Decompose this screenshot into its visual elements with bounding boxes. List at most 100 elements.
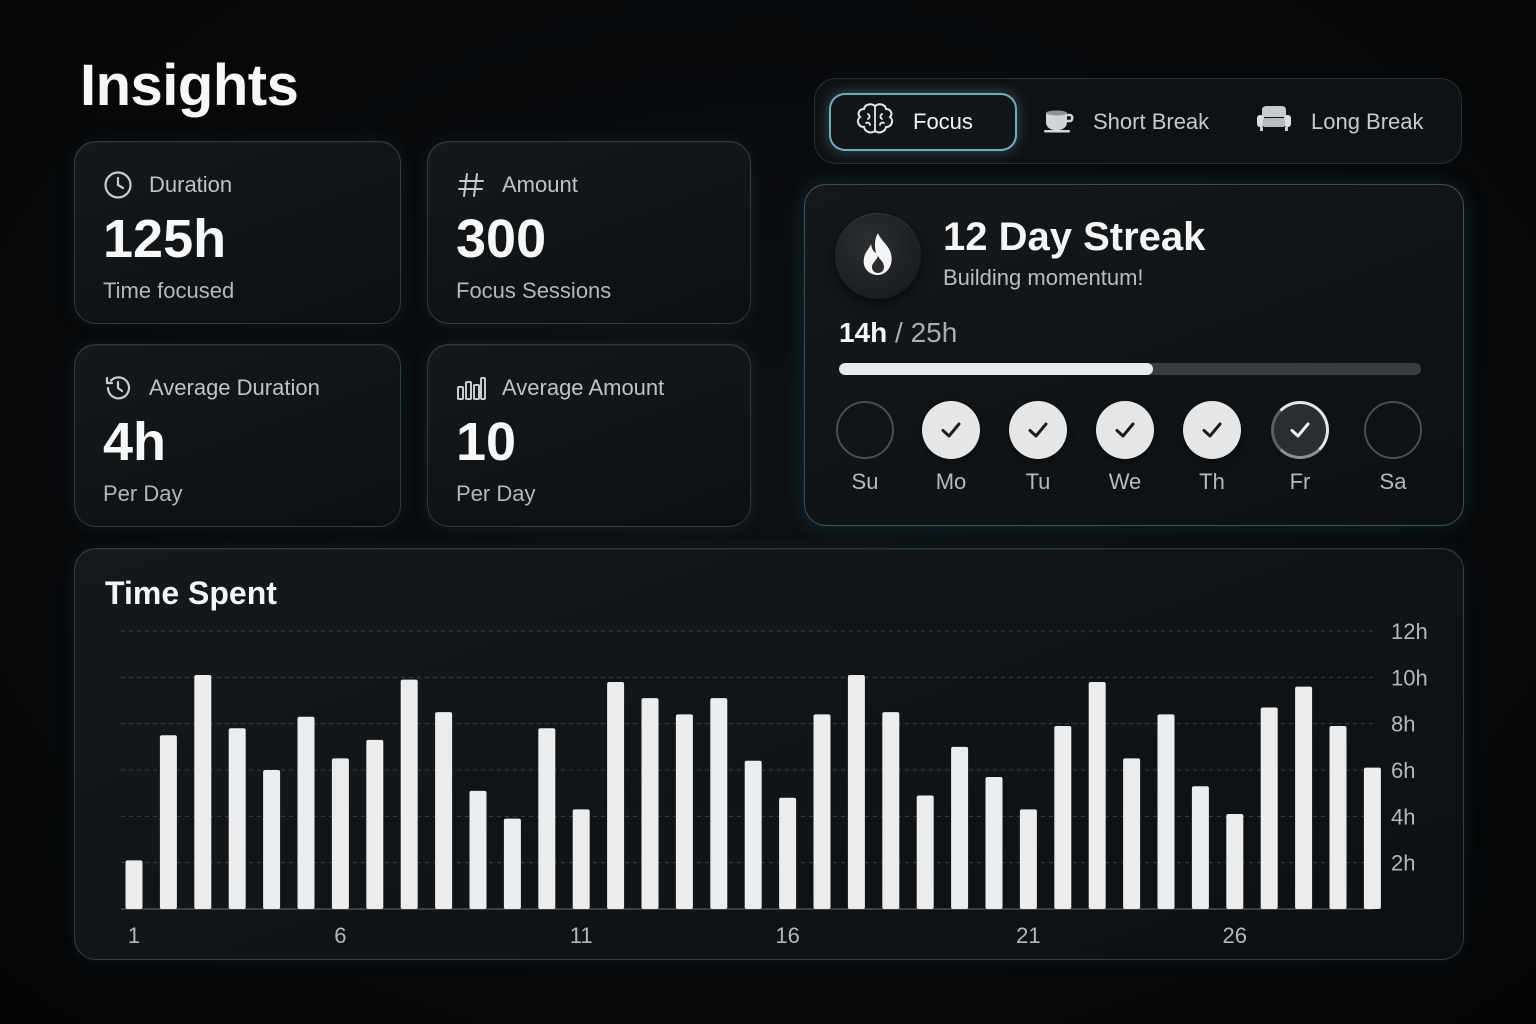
- bar: [1329, 725, 1347, 909]
- weekday-label: Mo: [935, 469, 967, 494]
- bar: [779, 797, 797, 909]
- bar: [1191, 786, 1209, 909]
- page-title: Insights: [80, 53, 299, 118]
- hash-icon: [456, 170, 486, 200]
- stat-subtitle: Per Day: [456, 481, 536, 506]
- coffee-cup-icon: [1043, 104, 1075, 140]
- day-complete-indicator: [1009, 401, 1067, 459]
- stat-value: 125h: [103, 209, 227, 269]
- weekday-label: Tu: [1025, 469, 1051, 494]
- bar: [331, 758, 349, 909]
- weekday-label: Sa: [1379, 469, 1407, 494]
- bar: [469, 790, 487, 909]
- progress-separator: /: [895, 317, 903, 348]
- x-tick-label: 21: [1016, 923, 1040, 948]
- tab-label: Long Break: [1311, 109, 1424, 134]
- stat-subtitle: Time focused: [103, 278, 235, 303]
- bar: [297, 716, 315, 909]
- weekday-sa: Sa: [1363, 401, 1423, 495]
- weekday-label: Th: [1199, 469, 1225, 494]
- day-complete-indicator: [1096, 401, 1154, 459]
- bar: [1260, 707, 1278, 909]
- mode-switcher: Focus Short Break Long Break: [814, 78, 1462, 164]
- streak-subtitle: Building momentum!: [943, 265, 1144, 290]
- weekday-su: Su: [835, 401, 895, 495]
- stat-value: 4h: [103, 412, 167, 472]
- bar: [1295, 686, 1313, 909]
- bar: [194, 675, 212, 909]
- time-spent-chart: 2h4h6h8h10h12h1 6 11 16 21 26: [121, 619, 1428, 948]
- bar: [125, 860, 143, 909]
- bar: [710, 698, 728, 909]
- bar: [366, 739, 384, 909]
- weekday-tracker: Su Mo Tu We Th Fr Sa: [805, 401, 1465, 501]
- bar: [1054, 725, 1072, 909]
- stat-label: Duration: [149, 172, 233, 197]
- bar: [435, 712, 453, 909]
- streak-progress-fill: [839, 363, 1154, 375]
- bar: [1019, 809, 1037, 909]
- x-tick-label: 6: [334, 923, 346, 948]
- streak-progress-bar: [839, 363, 1421, 375]
- bar: [744, 760, 762, 909]
- bar: [813, 714, 831, 909]
- time-spent-card: Time Spent 2h 4h 6h 8h 10h 12h 1 6 11 16 21 26: [74, 548, 1464, 960]
- weekday-tu: Tu: [1008, 401, 1068, 495]
- streak-progress-text: 14h / 25h: [839, 317, 957, 349]
- tab-label: Focus: [913, 109, 973, 134]
- clock-icon: [103, 170, 133, 200]
- day-complete-indicator: [1183, 401, 1241, 459]
- stat-card-amount: Amount 300 Focus Sessions: [427, 141, 751, 324]
- x-tick-label: 26: [1223, 923, 1247, 948]
- tab-label: Short Break: [1093, 109, 1210, 134]
- weekday-label: Fr: [1289, 469, 1311, 494]
- weekday-we: We: [1095, 401, 1155, 495]
- tab-focus[interactable]: Focus: [829, 93, 1017, 151]
- bar: [400, 679, 418, 909]
- bar: [572, 809, 590, 909]
- y-tick-label: 12h: [1391, 619, 1428, 644]
- x-tick-label: 16: [775, 923, 799, 948]
- stat-label: Amount: [502, 172, 578, 197]
- stat-card-duration: Duration 125h Time focused: [74, 141, 401, 324]
- weekday-label: Su: [851, 469, 879, 494]
- y-tick-label: 6h: [1391, 758, 1415, 783]
- flame-badge: [835, 213, 921, 299]
- bar: [1123, 758, 1141, 909]
- bar: [538, 728, 556, 909]
- bar: [882, 712, 900, 909]
- bar: [951, 746, 969, 909]
- flame-icon: [858, 230, 898, 283]
- progress-target: 25h: [910, 317, 958, 348]
- weekday-fr: Fr: [1270, 401, 1330, 495]
- stat-card-average-duration: Average Duration 4h Per Day: [74, 344, 401, 527]
- bar: [916, 795, 934, 909]
- bar: [159, 735, 177, 909]
- streak-card: 12 Day Streak Building momentum! 14h / 2…: [804, 184, 1464, 526]
- bar: [607, 681, 625, 909]
- tab-short-break[interactable]: Short Break: [1043, 93, 1209, 151]
- bar: [641, 698, 659, 909]
- bar-chart-icon: [456, 373, 486, 403]
- stat-value: 10: [456, 412, 517, 472]
- couch-icon: [1255, 104, 1293, 140]
- weekday-th: Th: [1182, 401, 1242, 495]
- weekday-label: We: [1108, 469, 1142, 494]
- brain-icon: [855, 102, 895, 142]
- streak-title: 12 Day Streak: [943, 215, 1206, 259]
- bar: [503, 818, 521, 909]
- y-tick-label: 10h: [1391, 665, 1428, 690]
- stat-card-average-amount: Average Amount 10 Per Day: [427, 344, 751, 527]
- day-current-indicator: [1271, 401, 1329, 459]
- bar: [228, 728, 246, 909]
- day-complete-indicator: [922, 401, 980, 459]
- stat-label: Average Duration: [149, 375, 320, 400]
- y-tick-label: 8h: [1391, 712, 1415, 737]
- bar: [1226, 814, 1244, 909]
- bar: [985, 776, 1003, 909]
- x-tick-label: 1: [128, 923, 140, 948]
- insights-page: Insights Duration 125h Time focused Amou…: [0, 0, 1536, 1024]
- stat-value: 300: [456, 209, 547, 269]
- day-empty-indicator: [836, 401, 894, 459]
- tab-long-break[interactable]: Long Break: [1255, 93, 1424, 151]
